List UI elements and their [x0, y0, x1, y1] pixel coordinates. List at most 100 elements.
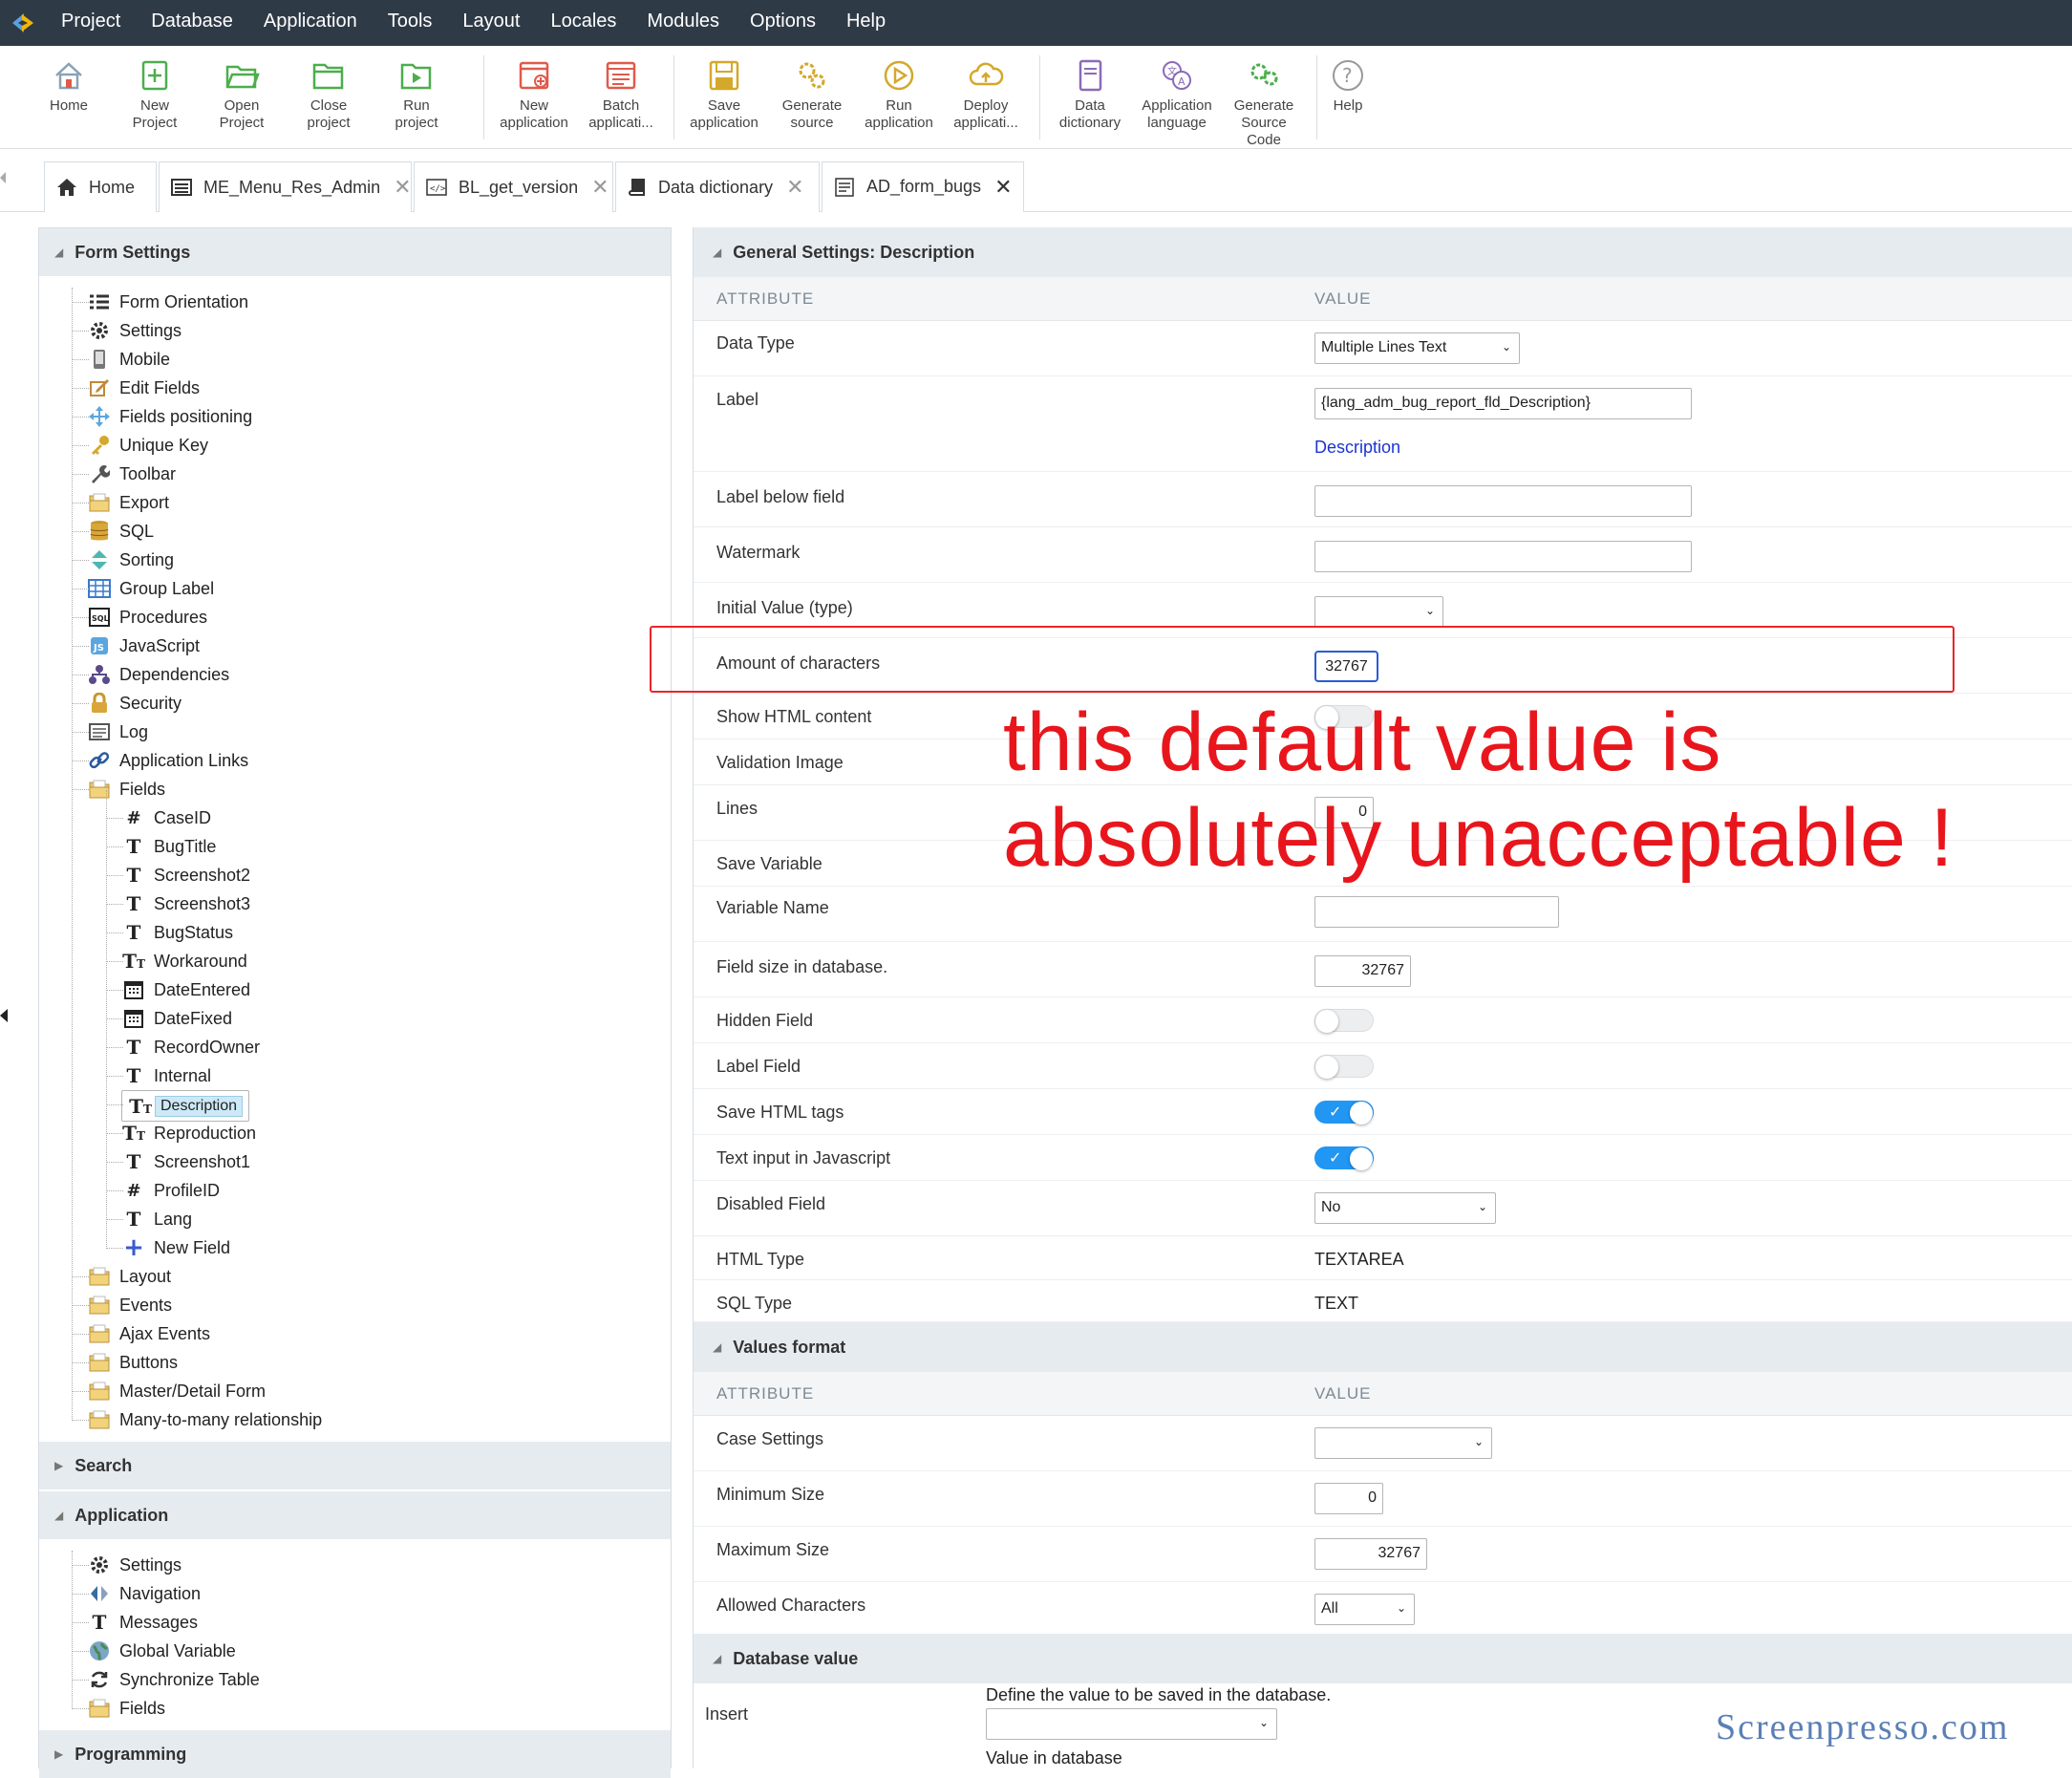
tree-item-log[interactable]: Log: [87, 718, 148, 746]
tree-item-workaround[interactable]: TT Workaround: [121, 947, 247, 975]
tree-item-navigation[interactable]: Navigation: [87, 1579, 201, 1608]
values-format-header[interactable]: ◢ Values format: [694, 1322, 2072, 1372]
menu-locales[interactable]: Locales: [535, 0, 631, 46]
new-project-button[interactable]: New Project: [111, 57, 199, 132]
close-project-button[interactable]: Close project: [285, 57, 373, 132]
menu-tools[interactable]: Tools: [373, 0, 448, 46]
tree-item-lang[interactable]: T Lang: [121, 1205, 193, 1233]
tree-item-dependencies[interactable]: Dependencies: [87, 660, 229, 689]
menu-options[interactable]: Options: [735, 0, 831, 46]
deploy-application-button[interactable]: Deploy applicati...: [942, 57, 1030, 132]
tree-item-new-field[interactable]: + New Field: [121, 1233, 230, 1262]
tree-item-application-links[interactable]: Application Links: [87, 746, 248, 775]
tree-item-events[interactable]: Events: [87, 1291, 172, 1319]
tree-item-procedures[interactable]: SQL Procedures: [87, 603, 207, 632]
menu-modules[interactable]: Modules: [631, 0, 735, 46]
data-dictionary-button[interactable]: Data dictionary: [1046, 57, 1134, 132]
tree-item-security[interactable]: Security: [87, 689, 182, 718]
tree-item-many-to-many-relationship[interactable]: Many-to-many relationship: [87, 1405, 322, 1434]
help-button[interactable]: ? Help: [1304, 57, 1392, 115]
initial-value-select[interactable]: ⌄: [1314, 596, 1443, 628]
new-application-button[interactable]: New application: [490, 57, 578, 132]
tree-item-fields[interactable]: Fields: [87, 1694, 165, 1723]
application-header[interactable]: ◢ Application: [39, 1491, 671, 1539]
label-input[interactable]: {lang_adm_bug_report_fld_Description}: [1314, 388, 1692, 419]
tree-item-fields[interactable]: Fields: [87, 775, 165, 803]
tree-item-settings[interactable]: Settings: [87, 1551, 182, 1579]
field-size-input[interactable]: 32767: [1314, 955, 1411, 987]
label-below-field-input[interactable]: [1314, 485, 1692, 517]
search-header[interactable]: ▶ Search: [39, 1442, 671, 1489]
save-html-tags-toggle[interactable]: ✓: [1314, 1101, 1374, 1125]
tree-item-mobile[interactable]: Mobile: [87, 345, 170, 374]
tree-item-buttons[interactable]: Buttons: [87, 1348, 178, 1377]
open-project-button[interactable]: Open Project: [198, 57, 286, 132]
disabled-field-select[interactable]: No ⌄: [1314, 1192, 1496, 1224]
case-settings-select[interactable]: ⌄: [1314, 1427, 1492, 1459]
batch-application-button[interactable]: Batch applicati...: [577, 57, 665, 132]
tree-item-settings[interactable]: Settings: [87, 316, 182, 345]
database-value-header[interactable]: ◢ Database value: [694, 1634, 2072, 1683]
close-tab-icon[interactable]: ✕: [591, 175, 609, 200]
tree-item-recordowner[interactable]: T RecordOwner: [121, 1033, 261, 1061]
tree-item-messages[interactable]: T Messages: [87, 1608, 199, 1637]
app-logo-icon[interactable]: [0, 0, 46, 46]
tab-data-dictionary[interactable]: Data dictionary ✕: [615, 161, 820, 212]
tree-item-description[interactable]: TT Description: [121, 1090, 250, 1122]
tree-item-datefixed[interactable]: DateFixed: [121, 1004, 232, 1033]
tree-item-caseid[interactable]: # CaseID: [121, 803, 211, 832]
tree-item-group-label[interactable]: Group Label: [87, 574, 214, 603]
tree-item-sql[interactable]: SQL: [87, 517, 154, 546]
tree-item-unique-key[interactable]: Unique Key: [87, 431, 208, 460]
tree-item-bugstatus[interactable]: T BugStatus: [121, 918, 234, 947]
tree-item-internal[interactable]: T Internal: [121, 1061, 212, 1090]
tree-item-toolbar[interactable]: Toolbar: [87, 460, 176, 488]
insert-select[interactable]: ⌄: [986, 1708, 1277, 1740]
minimum-size-input[interactable]: 0: [1314, 1483, 1383, 1514]
collapse-sidebar-icon[interactable]: [0, 1009, 8, 1022]
tree-item-export[interactable]: Export: [87, 488, 169, 517]
close-tab-icon[interactable]: ✕: [394, 175, 411, 200]
tree-item-ajax-events[interactable]: Ajax Events: [87, 1319, 210, 1348]
label-field-toggle[interactable]: [1314, 1055, 1374, 1079]
tree-item-master-detail-form[interactable]: Master/Detail Form: [87, 1377, 266, 1405]
generate-source-code-button[interactable]: Generate Source Code: [1220, 57, 1308, 149]
hidden-field-toggle[interactable]: [1314, 1009, 1374, 1033]
menu-help[interactable]: Help: [831, 0, 901, 46]
run-application-button[interactable]: Run application: [855, 57, 943, 132]
label-preview-link[interactable]: Description: [1314, 438, 1400, 458]
tab-bl-get-version[interactable]: </> BL_get_version ✕: [414, 161, 613, 212]
collapse-arrow-icon[interactable]: [0, 172, 6, 183]
menu-project[interactable]: Project: [46, 0, 136, 46]
form-settings-header[interactable]: ◢ Form Settings: [39, 228, 671, 276]
run-project-button[interactable]: Run project: [373, 57, 460, 132]
application-language-button[interactable]: A文 Application language: [1133, 57, 1221, 132]
tree-item-screenshot1[interactable]: T Screenshot1: [121, 1147, 251, 1176]
tree-item-bugtitle[interactable]: T BugTitle: [121, 832, 217, 861]
menu-database[interactable]: Database: [136, 0, 248, 46]
tree-item-profileid[interactable]: # ProfileID: [121, 1176, 220, 1205]
watermark-input[interactable]: [1314, 541, 1692, 572]
tree-item-screenshot3[interactable]: T Screenshot3: [121, 889, 251, 918]
tree-item-screenshot2[interactable]: T Screenshot2: [121, 861, 251, 889]
general-settings-header[interactable]: ◢ General Settings: Description: [694, 227, 2072, 277]
tab-me-menu-res-admin[interactable]: ME_Menu_Res_Admin ✕: [159, 161, 412, 212]
home-button[interactable]: Home: [25, 57, 113, 115]
close-tab-icon[interactable]: ✕: [994, 175, 1012, 200]
allowed-characters-select[interactable]: All ⌄: [1314, 1594, 1415, 1625]
tree-item-sorting[interactable]: Sorting: [87, 546, 174, 574]
close-tab-icon[interactable]: ✕: [786, 175, 803, 200]
tab-home[interactable]: Home: [44, 161, 157, 212]
tree-item-fields-positioning[interactable]: Fields positioning: [87, 402, 252, 431]
tree-item-form-orientation[interactable]: Form Orientation: [87, 288, 248, 316]
variable-name-input[interactable]: [1314, 896, 1559, 928]
tree-item-global-variable[interactable]: Global Variable: [87, 1637, 236, 1665]
generate-source-button[interactable]: Generate source: [768, 57, 856, 132]
maximum-size-input[interactable]: 32767: [1314, 1538, 1427, 1570]
tree-item-javascript[interactable]: JS JavaScript: [87, 632, 200, 660]
tree-item-layout[interactable]: Layout: [87, 1262, 171, 1291]
text-input-javascript-toggle[interactable]: ✓: [1314, 1146, 1374, 1170]
tree-item-dateentered[interactable]: DateEntered: [121, 975, 250, 1004]
programming-header[interactable]: ▶ Programming: [39, 1730, 671, 1778]
data-type-select[interactable]: Multiple Lines Text ⌄: [1314, 332, 1520, 364]
